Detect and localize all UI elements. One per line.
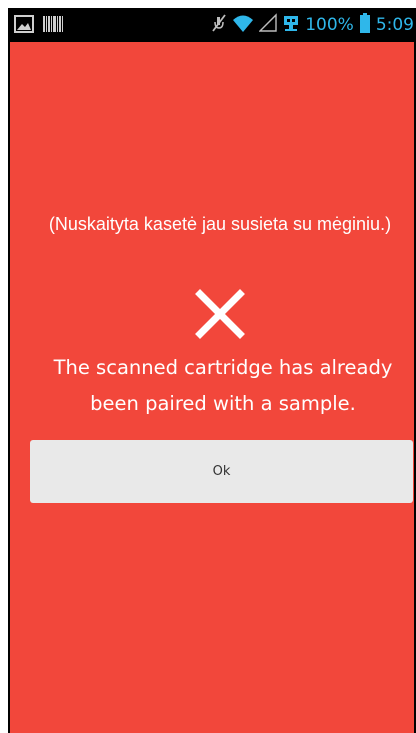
ok-button[interactable]: Ok — [30, 440, 413, 503]
message-english: The scanned cartridge has already been p… — [53, 356, 393, 415]
status-bar-system: 100% 5:09 — [211, 12, 414, 38]
barcode-icon — [42, 15, 64, 37]
message-lithuanian: (Nuskaityta kasetė jau susieta su mėgini… — [48, 214, 392, 234]
status-clock: 5:09 — [375, 15, 414, 35]
status-bar: 100% 5:09 — [8, 8, 416, 42]
device-frame: 100% 5:09 (Nuskaityta kasetė jau susieta… — [8, 8, 416, 733]
status-bar-notifications — [14, 15, 64, 37]
error-screen: (Nuskaityta kasetė jau susieta su mėgini… — [10, 42, 414, 733]
usb-icon — [282, 13, 300, 37]
gallery-icon — [14, 15, 34, 37]
mute-icon — [211, 13, 227, 37]
battery-icon — [359, 12, 371, 38]
signal-icon — [258, 13, 277, 37]
close-x-icon — [194, 288, 246, 340]
battery-percent: 100% — [305, 15, 354, 35]
wifi-icon — [232, 13, 254, 37]
